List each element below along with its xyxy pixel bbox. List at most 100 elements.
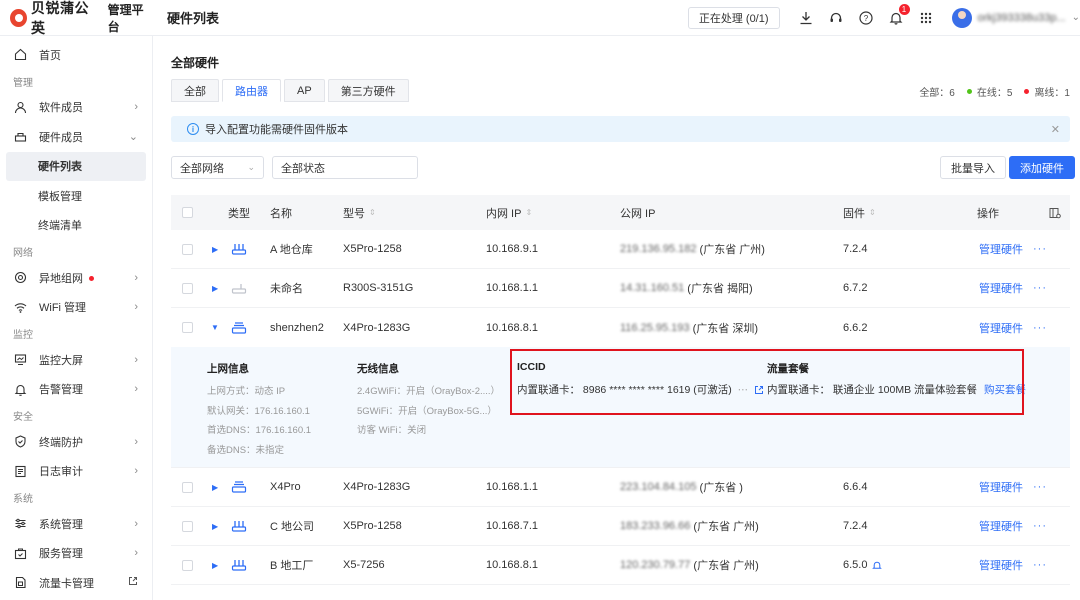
sidebar-item-alert-manage[interactable]: 告警管理 › xyxy=(0,375,152,405)
device-model: X5Pro-1258 xyxy=(343,520,402,532)
sidebar: 首页 管理 软件成员 › 硬件成员 ⌄ 硬件列表 模板管理 终端清单 网络 异地… xyxy=(0,36,153,600)
user-menu[interactable]: orkj393338u33p... ⌄ xyxy=(951,7,1080,28)
sidebar-item-system-manage[interactable]: 系统管理 › xyxy=(0,509,152,539)
select-all-checkbox[interactable] xyxy=(182,207,193,218)
more-icon[interactable]: ··· xyxy=(1033,282,1047,294)
more-icon[interactable]: ··· xyxy=(1033,559,1047,571)
table-row[interactable]: ▶ C 地公司 X5Pro-1258 10.168.7.1 183.233.96… xyxy=(171,507,1070,546)
download-icon[interactable] xyxy=(798,10,814,26)
sidebar-item-wifi[interactable]: WiFi 管理 › xyxy=(0,293,152,323)
tab-all[interactable]: 全部 xyxy=(171,79,219,102)
external-link-icon xyxy=(128,576,138,589)
manage-hardware-link[interactable]: 管理硬件 xyxy=(979,241,1023,257)
sidebar-item-remote-network[interactable]: 异地组网 › xyxy=(0,263,152,293)
wan-ip-masked: 116.25.95.193 xyxy=(620,321,690,334)
col-firmware[interactable]: 固件 ⇕ xyxy=(843,205,876,221)
wan-ip-masked: 219.136.95.182 xyxy=(620,243,697,255)
processing-button[interactable]: 正在处理 (0/1) xyxy=(687,6,780,29)
sidebar-item-monitor-screen[interactable]: 监控大屏 › xyxy=(0,345,152,375)
status-filter-select[interactable]: 全部状态 xyxy=(272,156,418,179)
table-row[interactable]: ▼ shenzhen2 X4Pro-1283G 10.168.8.1 116.2… xyxy=(171,308,1070,347)
manage-hardware-link[interactable]: 管理硬件 xyxy=(979,280,1023,296)
table-row[interactable]: ▶ B 地工厂 X5-7256 10.168.8.1 120.230.79.77… xyxy=(171,546,1070,585)
sidebar-item-sim-manage[interactable]: 流量卡管理 xyxy=(0,568,152,598)
info-icon: i xyxy=(187,123,199,135)
sidebar-item-hardware-list[interactable]: 硬件列表 xyxy=(6,151,146,181)
upgrade-bell-icon[interactable] xyxy=(872,560,883,570)
sidebar-item-terminal-protect[interactable]: 终端防护 › xyxy=(0,427,152,457)
manage-hardware-link[interactable]: 管理硬件 xyxy=(979,479,1023,495)
sidebar-group-label: 管理 xyxy=(13,77,33,89)
sort-icon: ⇕ xyxy=(869,208,876,217)
row-checkbox[interactable] xyxy=(182,282,193,294)
col-model[interactable]: 型号 ⇕ xyxy=(343,205,376,221)
more-icon[interactable]: ··· xyxy=(1033,520,1047,532)
status-filter-value: 全部状态 xyxy=(281,162,325,175)
sidebar-item-service-manage[interactable]: 服务管理 › xyxy=(0,539,152,569)
sidebar-item-hardware-members[interactable]: 硬件成员 ⌄ xyxy=(0,122,152,152)
sidebar-item-label: 终端防护 xyxy=(39,436,83,449)
row-checkbox[interactable] xyxy=(182,481,193,493)
row-checkbox[interactable] xyxy=(182,520,193,532)
manage-hardware-link[interactable]: 管理硬件 xyxy=(979,557,1023,573)
row-checkbox[interactable] xyxy=(182,322,193,333)
expand-caret-icon[interactable]: ▶ xyxy=(212,245,218,254)
chevron-right-icon: › xyxy=(134,547,138,560)
alarm-bell-icon xyxy=(13,382,27,396)
expand-caret-icon[interactable]: ▶ xyxy=(212,483,218,492)
new-dot xyxy=(89,276,94,282)
tab-ap[interactable]: AP xyxy=(284,79,325,102)
apps-grid-icon[interactable] xyxy=(918,10,934,26)
row-actions: 管理硬件 ··· xyxy=(979,241,1047,257)
lan-info-title: 上网信息 xyxy=(207,363,249,375)
expand-caret-icon[interactable]: ▶ xyxy=(212,522,218,531)
col-lan-ip[interactable]: 内网 IP ⇕ xyxy=(486,205,532,221)
wifi-info-line: 2.4GWiFi：开启（OrayBox-2....） xyxy=(357,386,501,397)
wifi-info-title: 无线信息 xyxy=(357,363,399,375)
network-filter-select[interactable]: 全部网络 ⌄ xyxy=(171,156,264,179)
chevron-right-icon: › xyxy=(134,465,138,478)
table-row[interactable]: ▶ A 地仓库 X5Pro-1258 10.168.9.1 219.136.95… xyxy=(171,230,1070,269)
device-name: A 地仓库 xyxy=(270,244,313,256)
expand-caret-icon[interactable]: ▶ xyxy=(212,284,218,293)
notification-count-badge: 1 xyxy=(898,3,910,15)
column-settings-icon[interactable] xyxy=(1049,207,1061,219)
table-row[interactable]: ▶ X4Pro X4Pro-1283G 10.168.1.1 223.104.8… xyxy=(171,468,1070,507)
add-hardware-button[interactable]: 添加硬件 xyxy=(1009,156,1075,179)
bell-icon[interactable]: 1 xyxy=(888,3,910,26)
sidebar-item-log-audit[interactable]: 日志审计 › xyxy=(0,457,152,487)
sidebar-item-home[interactable]: 首页 xyxy=(0,40,152,70)
close-icon[interactable]: ✕ xyxy=(1051,123,1060,136)
row-checkbox[interactable] xyxy=(182,559,193,571)
chevron-right-icon: › xyxy=(134,301,138,314)
user-icon xyxy=(13,100,27,114)
sort-icon: ⇕ xyxy=(369,208,376,217)
support-icon[interactable] xyxy=(828,10,844,26)
more-icon[interactable]: ··· xyxy=(1033,481,1047,493)
table-row[interactable]: ▶ 未命名 R300S-3151G 10.168.1.1 14.31.160.5… xyxy=(171,269,1070,308)
brand-name: 贝锐蒲公英 xyxy=(31,0,90,36)
manage-hardware-link[interactable]: 管理硬件 xyxy=(979,518,1023,534)
sidebar-item-label: 系统管理 xyxy=(39,518,83,531)
collapse-caret-icon[interactable]: ▼ xyxy=(211,323,219,332)
batch-import-button[interactable]: 批量导入 xyxy=(940,156,1006,179)
tab-router[interactable]: 路由器 xyxy=(222,79,281,102)
device-model: X4Pro-1283G xyxy=(343,321,411,334)
firmware-value: 6.5.0 xyxy=(843,559,868,571)
sidebar-item-terminal-list[interactable]: 终端清单 xyxy=(0,211,152,241)
col-type: 类型 xyxy=(228,207,250,220)
manage-hardware-link[interactable]: 管理硬件 xyxy=(979,320,1023,336)
row-checkbox[interactable] xyxy=(182,243,193,255)
device-wan-ip: 183.233.96.66 (广东省 广州) xyxy=(620,518,759,534)
sidebar-item-template-manage[interactable]: 模板管理 xyxy=(0,181,152,211)
help-icon[interactable]: ? xyxy=(858,10,874,26)
more-icon[interactable]: ··· xyxy=(1033,322,1047,334)
device-wan-ip: 219.136.95.182 (广东省 广州) xyxy=(620,241,765,257)
lan-info-line: 默认网关：176.16.160.1 xyxy=(207,406,310,417)
sidebar-item-software-members[interactable]: 软件成员 › xyxy=(0,93,152,123)
tab-third-party[interactable]: 第三方硬件 xyxy=(327,79,409,102)
device-firmware: 6.6.4 xyxy=(843,481,868,493)
more-icon[interactable]: ··· xyxy=(1033,243,1047,255)
expand-caret-icon[interactable]: ▶ xyxy=(212,561,218,570)
brand-logo[interactable]: 贝锐蒲公英 管理平台 xyxy=(0,0,153,38)
